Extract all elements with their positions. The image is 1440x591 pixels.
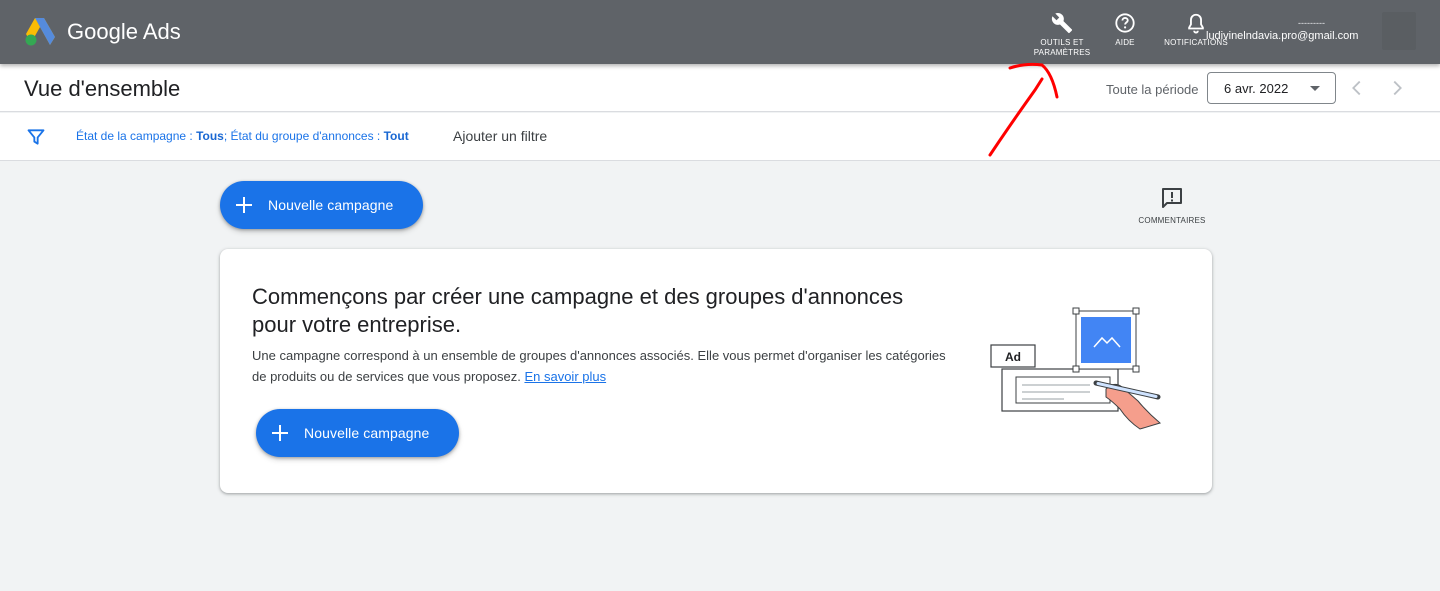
empty-state-card: Commençons par créer une campagne et des… (220, 249, 1212, 493)
new-campaign-label: Nouvelle campagne (268, 197, 394, 213)
account-email[interactable]: ludivinelndavia.pro@gmail.com (1206, 30, 1358, 42)
bell-icon (1188, 13, 1204, 34)
learn-more-link[interactable]: En savoir plus (524, 369, 606, 384)
feedback-icon (1162, 188, 1182, 208)
filter-bar: État de la campagne : Tous; État du grou… (0, 113, 1440, 161)
campaign-state-value: Tous (196, 129, 224, 143)
active-filters[interactable]: État de la campagne : Tous; État du grou… (76, 129, 409, 143)
campaign-illustration: Ad (990, 307, 1162, 430)
plus-icon (234, 195, 254, 215)
new-campaign-button[interactable]: Nouvelle campagne (220, 181, 423, 229)
ad-tag-text: Ad (1005, 350, 1021, 364)
chevron-right-icon[interactable] (1386, 77, 1408, 99)
card-new-campaign-button[interactable]: Nouvelle campagne (256, 409, 459, 457)
date-range-label: Toute la période (1106, 82, 1199, 97)
plus-icon (270, 423, 290, 443)
top-app-bar: Google Ads OUTILS ET PARAMÈTRES AIDE NOT… (0, 0, 1440, 64)
adgroup-state-label: État du groupe d'annonces : (230, 129, 384, 143)
google-ads-logo-icon[interactable] (24, 16, 56, 46)
campaign-state-label: État de la campagne : (76, 129, 197, 143)
account-id: --------- (1298, 18, 1325, 28)
date-range-value: 6 avr. 2022 (1224, 81, 1289, 96)
chevron-down-icon (1310, 86, 1320, 91)
add-filter-button[interactable]: Ajouter un filtre (453, 128, 547, 144)
comments-label: COMMENTAIRES (1138, 216, 1206, 225)
card-new-campaign-label: Nouvelle campagne (304, 425, 430, 441)
help-label: AIDE (1115, 38, 1135, 47)
red-arrow-annotation (988, 62, 1059, 157)
comments-button[interactable]: COMMENTAIRES (1134, 186, 1210, 225)
card-description: Une campagne correspond à un ensemble de… (252, 345, 962, 387)
wrench-icon (1051, 13, 1073, 34)
help-icon (1115, 13, 1135, 33)
help-button[interactable]: AIDE (1105, 12, 1145, 48)
filter-separator: ; (223, 129, 231, 143)
date-range-select[interactable]: 6 avr. 2022 (1207, 72, 1336, 104)
adgroup-state-value: Tout (383, 129, 409, 143)
chevron-left-icon[interactable] (1346, 77, 1368, 99)
page-title: Vue d'ensemble (24, 76, 181, 101)
filter-icon[interactable] (26, 127, 46, 147)
avatar[interactable] (1382, 12, 1416, 50)
page-header: Vue d'ensemble Toute la période 6 avr. 2… (0, 64, 1440, 112)
card-title: Commençons par créer une campagne et des… (252, 284, 904, 337)
tools-and-settings-button[interactable]: OUTILS ET PARAMÈTRES (1030, 12, 1094, 58)
brand-name[interactable]: Google Ads (67, 19, 181, 45)
